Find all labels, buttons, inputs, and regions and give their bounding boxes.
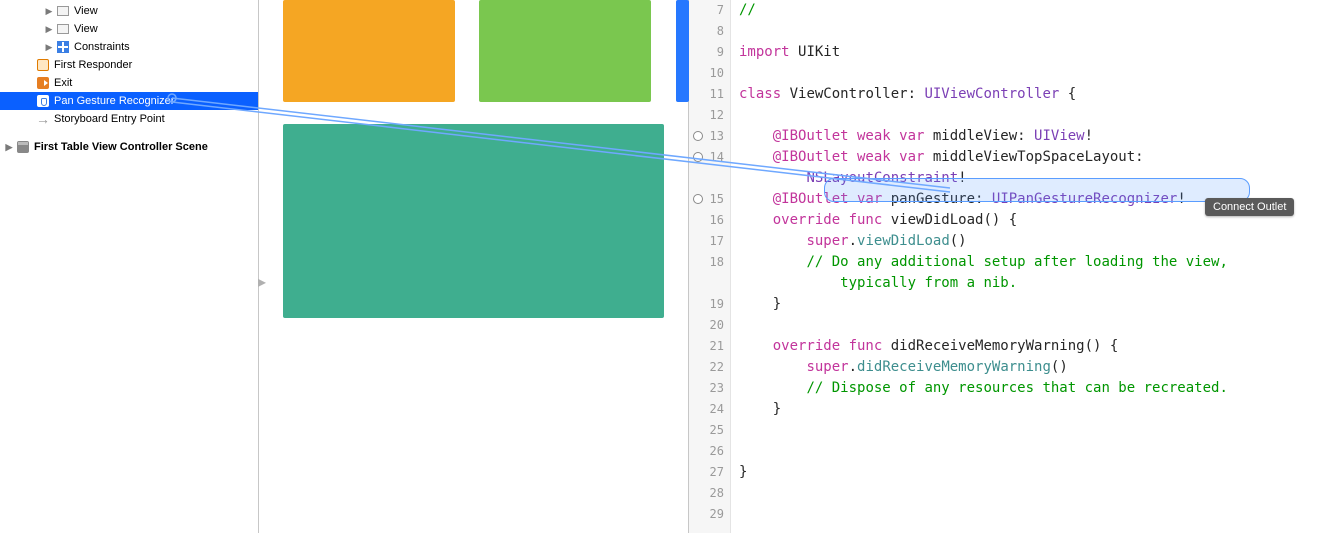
code-line[interactable]: } [739, 462, 1343, 483]
code-line[interactable] [739, 420, 1343, 441]
editor-gutter: 7891011121314151617181920212223242526272… [689, 0, 731, 533]
chevron-right-icon: ▶ [4, 142, 14, 152]
connect-outlet-tooltip: Connect Outlet [1205, 198, 1294, 216]
code-line[interactable]: @IBOutlet weak var middleViewTopSpaceLay… [739, 147, 1343, 168]
connection-well-icon[interactable] [693, 194, 703, 204]
pan-icon [36, 94, 50, 108]
code-line[interactable] [739, 21, 1343, 42]
code-line[interactable]: class ViewController: UIViewController { [739, 84, 1343, 105]
chevron-right-icon: ▶ [44, 42, 54, 52]
code-line[interactable]: @IBOutlet weak var middleView: UIView! [739, 126, 1343, 147]
responder-icon [36, 58, 50, 72]
code-line[interactable]: NSLayoutConstraint! [739, 168, 1343, 189]
document-outline: ▶ View ▶ View ▶ Constraints First Responder Exi… [0, 0, 259, 533]
code-line[interactable] [739, 504, 1343, 525]
outline-label: View [74, 5, 98, 17]
code-line[interactable] [739, 63, 1343, 84]
code-line[interactable]: import UIKit [739, 42, 1343, 63]
outline-row-5[interactable]: Pan Gesture Recognizer [0, 92, 258, 110]
outline-label: View [74, 23, 98, 35]
code-line[interactable]: } [739, 294, 1343, 315]
code-line[interactable] [739, 483, 1343, 504]
code-line[interactable] [739, 441, 1343, 462]
outline-row-6[interactable]: → Storyboard Entry Point [0, 110, 258, 128]
constraints-icon [56, 40, 70, 54]
canvas-view-green[interactable] [479, 0, 651, 102]
arrow-icon: → [36, 112, 50, 126]
chevron-right-icon: ▶ [44, 24, 54, 34]
outline-row-2[interactable]: ▶ Constraints [0, 38, 258, 56]
interface-builder-canvas[interactable] [259, 0, 689, 533]
exit-icon [36, 76, 50, 90]
code-line[interactable]: override func didReceiveMemoryWarning() … [739, 336, 1343, 357]
code-line[interactable]: // [739, 0, 1343, 21]
code-line[interactable]: } [739, 399, 1343, 420]
outline-row-1[interactable]: ▶ View [0, 20, 258, 38]
outline-row-4[interactable]: Exit [0, 74, 258, 92]
chevron-right-icon: ▶ [44, 6, 54, 16]
outline-label: Pan Gesture Recognizer [54, 95, 174, 107]
code-line[interactable] [739, 315, 1343, 336]
splitter-handle-icon[interactable]: ▸ [258, 272, 266, 290]
code-line[interactable]: // Do any additional setup after loading… [739, 252, 1343, 273]
scene-icon [16, 140, 30, 154]
outline-label: Storyboard Entry Point [54, 113, 165, 125]
code-line[interactable] [739, 105, 1343, 126]
connection-well-icon[interactable] [693, 152, 703, 162]
canvas-view-blue[interactable] [676, 0, 689, 102]
code-line[interactable]: super.didReceiveMemoryWarning() [739, 357, 1343, 378]
scene-label: First Table View Controller Scene [34, 141, 208, 153]
scene-row[interactable]: ▶ First Table View Controller Scene [0, 138, 258, 156]
outline-label: First Responder [54, 59, 132, 71]
outline-row-3[interactable]: First Responder [0, 56, 258, 74]
source-editor[interactable]: 7891011121314151617181920212223242526272… [689, 0, 1343, 533]
canvas-view-teal[interactable] [283, 124, 664, 318]
code-line[interactable]: typically from a nib. [739, 273, 1343, 294]
outline-label: Constraints [74, 41, 130, 53]
outline-label: Exit [54, 77, 72, 89]
outline-row-0[interactable]: ▶ View [0, 2, 258, 20]
canvas-view-orange[interactable] [283, 0, 455, 102]
editor-code[interactable]: // import UIKit class ViewController: UIVi… [731, 0, 1343, 533]
view-icon [56, 4, 70, 18]
connection-well-icon[interactable] [693, 131, 703, 141]
code-line[interactable]: // Dispose of any resources that can be … [739, 378, 1343, 399]
code-line[interactable]: super.viewDidLoad() [739, 231, 1343, 252]
view-icon [56, 22, 70, 36]
